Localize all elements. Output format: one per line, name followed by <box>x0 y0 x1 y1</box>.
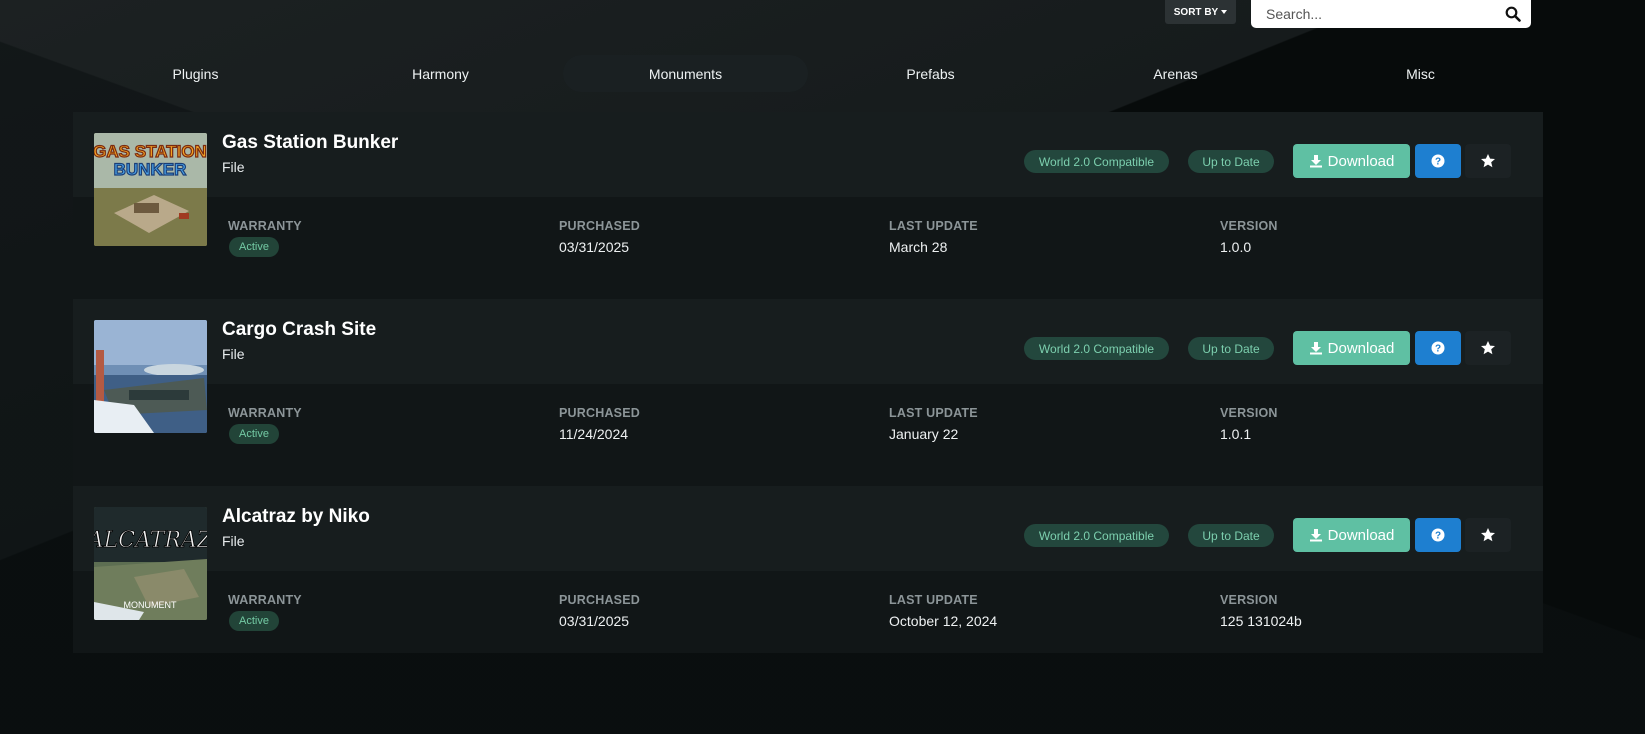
warranty-status-badge: Active <box>229 237 279 257</box>
purchased-label: PURCHASED <box>559 219 640 233</box>
last-update-label: LAST UPDATE <box>889 593 978 607</box>
item-details: WARRANTY Active PURCHASED 03/31/2025 LAS… <box>73 571 1543 673</box>
version-label: VERSION <box>1220 219 1278 233</box>
purchased-value: 03/31/2025 <box>559 239 630 255</box>
purchased-field: PURCHASED 11/24/2024 <box>559 406 640 442</box>
item-header: ALCATRAZ MONUMENT Alcatraz by Niko File … <box>73 486 1543 620</box>
thumbnail-text: GAS STATION <box>94 142 207 161</box>
download-label: Download <box>1327 526 1395 544</box>
item-details: WARRANTY Active PURCHASED 03/31/2025 LAS… <box>73 197 1543 299</box>
last-update-field: LAST UPDATE March 28 <box>889 219 978 255</box>
last-update-value: March 28 <box>889 239 948 255</box>
version-value: 1.0.1 <box>1220 426 1252 442</box>
warranty-field: WARRANTY Active <box>228 593 302 631</box>
warranty-label: WARRANTY <box>228 406 302 420</box>
item-title[interactable]: Gas Station Bunker <box>222 132 398 154</box>
sort-by-button[interactable]: SORT BY <box>1165 0 1236 24</box>
compatibility-badge: World 2.0 Compatible <box>1024 150 1169 173</box>
sort-by-label: SORT BY <box>1173 6 1219 18</box>
top-toolbar: SORT BY <box>0 0 1645 30</box>
purchased-field: PURCHASED 03/31/2025 <box>559 593 640 629</box>
question-icon: ? <box>1431 154 1445 168</box>
warranty-label: WARRANTY <box>228 219 302 233</box>
last-update-label: LAST UPDATE <box>889 406 978 420</box>
help-button[interactable]: ? <box>1415 144 1461 178</box>
help-button[interactable]: ? <box>1415 331 1461 365</box>
item-type: File <box>222 346 245 362</box>
star-icon <box>1481 528 1495 542</box>
tab-arenas[interactable]: Arenas <box>1053 55 1298 92</box>
list-item: GAS STATION BUNKER Gas Station Bunker Fi… <box>73 112 1543 299</box>
warranty-status-badge: Active <box>229 611 279 631</box>
search-box <box>1251 0 1531 28</box>
svg-text:?: ? <box>1435 157 1441 168</box>
version-field: VERSION 1.0.1 <box>1220 406 1278 442</box>
download-button[interactable]: Download <box>1293 518 1410 552</box>
svg-text:?: ? <box>1435 344 1441 355</box>
item-type: File <box>222 159 245 175</box>
thumbnail-text: BUNKER <box>114 160 187 179</box>
purchases-list: GAS STATION BUNKER Gas Station Bunker Fi… <box>73 112 1543 653</box>
question-icon: ? <box>1431 341 1445 355</box>
version-label: VERSION <box>1220 593 1278 607</box>
download-icon <box>1309 155 1322 168</box>
list-item: ALCATRAZ MONUMENT Alcatraz by Niko File … <box>73 486 1543 653</box>
download-button[interactable]: Download <box>1293 144 1410 178</box>
tab-plugins[interactable]: Plugins <box>73 55 318 92</box>
category-tabs: Plugins Harmony Monuments Prefabs Arenas… <box>73 55 1543 92</box>
download-icon <box>1309 342 1322 355</box>
item-type: File <box>222 533 245 549</box>
purchased-label: PURCHASED <box>559 406 640 420</box>
warranty-label: WARRANTY <box>228 593 302 607</box>
last-update-field: LAST UPDATE January 22 <box>889 406 978 442</box>
tab-prefabs[interactable]: Prefabs <box>808 55 1053 92</box>
item-header: GAS STATION BUNKER Gas Station Bunker Fi… <box>73 112 1543 246</box>
item-details: WARRANTY Active PURCHASED 11/24/2024 LAS… <box>73 384 1543 486</box>
star-icon <box>1481 341 1495 355</box>
purchased-value: 03/31/2025 <box>559 613 630 629</box>
warranty-field: WARRANTY Active <box>228 219 302 257</box>
status-badge: Up to Date <box>1188 524 1274 547</box>
tab-harmony[interactable]: Harmony <box>318 55 563 92</box>
purchased-field: PURCHASED 03/31/2025 <box>559 219 640 255</box>
item-title[interactable]: Cargo Crash Site <box>222 319 376 341</box>
search-input[interactable] <box>1251 0 1495 28</box>
svg-text:?: ? <box>1435 531 1441 542</box>
tab-misc[interactable]: Misc <box>1298 55 1543 92</box>
item-header: Cargo Crash Site File World 2.0 Compatib… <box>73 299 1543 433</box>
version-label: VERSION <box>1220 406 1278 420</box>
download-label: Download <box>1327 152 1395 170</box>
caret-down-icon <box>1221 10 1228 14</box>
status-badge: Up to Date <box>1188 150 1274 173</box>
last-update-value: October 12, 2024 <box>889 613 998 629</box>
version-field: VERSION 125 131024b <box>1220 593 1302 629</box>
warranty-status-badge: Active <box>229 424 279 444</box>
help-button[interactable]: ? <box>1415 518 1461 552</box>
last-update-label: LAST UPDATE <box>889 219 978 233</box>
last-update-field: LAST UPDATE October 12, 2024 <box>889 593 997 629</box>
search-icon[interactable] <box>1495 0 1531 28</box>
purchased-label: PURCHASED <box>559 593 640 607</box>
favorite-button[interactable] <box>1465 331 1511 365</box>
compatibility-badge: World 2.0 Compatible <box>1024 524 1169 547</box>
warranty-field: WARRANTY Active <box>228 406 302 444</box>
list-item: Cargo Crash Site File World 2.0 Compatib… <box>73 299 1543 486</box>
purchased-value: 11/24/2024 <box>559 426 629 442</box>
star-icon <box>1481 154 1495 168</box>
version-field: VERSION 1.0.0 <box>1220 219 1278 255</box>
tab-monuments[interactable]: Monuments <box>563 55 808 92</box>
favorite-button[interactable] <box>1465 518 1511 552</box>
version-value: 125 131024b <box>1220 613 1302 629</box>
favorite-button[interactable] <box>1465 144 1511 178</box>
thumbnail-text: ALCATRAZ <box>94 528 207 553</box>
compatibility-badge: World 2.0 Compatible <box>1024 337 1169 360</box>
item-title[interactable]: Alcatraz by Niko <box>222 506 370 528</box>
version-value: 1.0.0 <box>1220 239 1252 255</box>
status-badge: Up to Date <box>1188 337 1274 360</box>
download-label: Download <box>1327 339 1395 357</box>
question-icon: ? <box>1431 528 1445 542</box>
download-icon <box>1309 529 1322 542</box>
last-update-value: January 22 <box>889 426 959 442</box>
download-button[interactable]: Download <box>1293 331 1410 365</box>
